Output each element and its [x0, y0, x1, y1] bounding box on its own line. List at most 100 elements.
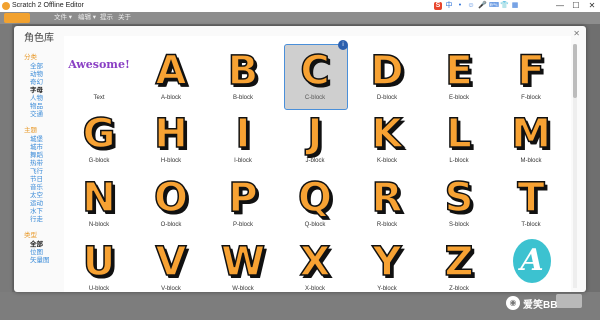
sprite-tile[interactable]: H H-block	[136, 109, 206, 171]
sprite-tile[interactable]: Y Y-block	[352, 237, 422, 292]
sprite-label: P-block	[232, 222, 253, 228]
ime-menu-icon[interactable]: ▦	[511, 2, 519, 10]
window-controls: — ☐ ✕	[552, 0, 600, 12]
type-item-vector[interactable]: 矢量图	[30, 254, 50, 264]
sprite-library-dialog: 角色库 ✕ 分类 全部 动物 奇幻 字母 人物 物品 交通 主题 城堡 城市 舞…	[14, 26, 586, 292]
sprite-tile[interactable]: I I-block	[208, 109, 278, 171]
sprite-thumbnail: A	[155, 47, 187, 95]
ime-keyboard-icon[interactable]: ⌨	[489, 2, 499, 10]
sprite-thumbnail: G	[82, 110, 116, 158]
minimize-button[interactable]: —	[552, 0, 568, 12]
sprite-tile[interactable]: J J-block	[280, 109, 350, 171]
sprite-thumbnail: L	[446, 110, 473, 158]
sprite-thumbnail: T	[517, 174, 546, 222]
sprite-tile[interactable]: R R-block	[352, 173, 422, 235]
sprite-tile[interactable]: M M-block	[496, 109, 566, 171]
sprite-label: A-block	[160, 95, 181, 101]
ime-mic-icon[interactable]: 🎤	[478, 2, 487, 10]
scrollbar-thumb[interactable]	[573, 44, 577, 98]
ime-emoji-icon[interactable]: ☺	[467, 2, 475, 10]
sprite-tile[interactable]: A	[496, 237, 566, 292]
sprite-thumbnail: Q	[297, 174, 333, 222]
menu-tips[interactable]: 提示	[100, 12, 113, 24]
category-item-transport[interactable]: 交通	[30, 108, 43, 118]
editor-left-pane	[0, 24, 12, 320]
menu-about[interactable]: 关于	[118, 12, 131, 24]
ime-chinese-icon[interactable]: 中	[445, 2, 453, 10]
sprite-label: B-block	[232, 95, 253, 101]
sprite-tile[interactable]: W W-block	[208, 237, 278, 292]
sprite-label: S-block	[448, 222, 469, 228]
watermark-text: 爱笑BB	[523, 299, 558, 311]
sprite-thumbnail: S	[444, 174, 474, 222]
sprite-tile[interactable]: X X-block	[280, 237, 350, 292]
sprite-label: D-block	[376, 95, 398, 101]
sprite-tile[interactable]: A A-block	[136, 46, 206, 108]
sprite-tile[interactable]: F F-block	[496, 46, 566, 108]
sprite-thumbnail: J	[307, 110, 323, 158]
sprite-thumbnail: X	[299, 238, 331, 286]
info-badge-icon[interactable]: i	[338, 40, 348, 50]
sprite-thumbnail: F	[517, 47, 546, 95]
watermark: ◉ 爱笑BB	[506, 292, 557, 314]
sprite-label: F-block	[521, 95, 541, 101]
sprite-thumbnail: K	[371, 110, 404, 158]
sprite-thumbnail: Y	[372, 238, 402, 286]
sprite-tile[interactable]: K K-block	[352, 109, 422, 171]
sprite-label: Q-block	[304, 222, 326, 228]
sprite-tile[interactable]: D D-block	[352, 46, 422, 108]
sprite-thumbnail: C	[300, 47, 331, 95]
sprite-tile[interactable]: E E-block	[424, 46, 494, 108]
ok-button[interactable]	[556, 294, 582, 308]
sprite-tile[interactable]: O O-block	[136, 173, 206, 235]
sprite-tile[interactable]: L L-block	[424, 109, 494, 171]
ime-dot-icon[interactable]: •	[456, 2, 464, 10]
ime-toolbar: S 中 • ☺ 🎤 ⌨ 👕 ▦	[434, 2, 519, 10]
sprite-label: X-block	[304, 286, 325, 292]
sprite-thumbnail: U	[82, 238, 116, 286]
menu-file[interactable]: 文件 ▾	[54, 12, 72, 24]
close-window-button[interactable]: ✕	[584, 0, 600, 12]
sprite-label: V-block	[161, 286, 181, 292]
ime-skin-icon[interactable]: 👕	[500, 2, 509, 10]
sprite-label: R-block	[376, 222, 398, 228]
sprite-tile[interactable]: G G-block	[64, 109, 134, 171]
theme-item-walking[interactable]: 行走	[30, 213, 43, 223]
sprite-thumbnail: W	[220, 238, 266, 286]
sprite-tile[interactable]: U U-block	[64, 237, 134, 292]
menu-edit[interactable]: 编辑 ▾	[78, 12, 96, 24]
sprite-tile[interactable]: Z Z-block	[424, 237, 494, 292]
sprite-tile[interactable]: N N-block	[64, 173, 134, 235]
sprite-label: Y-block	[377, 286, 397, 292]
sprite-tile[interactable]: Awesome! Text	[64, 46, 134, 108]
sprite-thumbnail: N	[82, 174, 117, 222]
sogou-icon[interactable]: S	[434, 2, 442, 10]
grid-scrollbar[interactable]	[573, 44, 577, 288]
sprite-label: E-block	[448, 95, 469, 101]
sprite-thumbnail: O	[153, 174, 189, 222]
close-icon[interactable]: ✕	[573, 29, 580, 38]
sprite-tile[interactable]: T T-block	[496, 173, 566, 235]
sprite-thumbnail: Z	[444, 238, 475, 286]
sprite-label: N-block	[88, 222, 110, 228]
sprite-tile[interactable]: C C-block i	[280, 40, 350, 110]
scratch-logo[interactable]	[4, 13, 30, 23]
sprite-grid: Awesome! Text A A-block B B-block C C-block i D D-…	[64, 36, 571, 292]
sprite-thumbnail: I	[235, 110, 251, 158]
sprite-thumbnail: Awesome!	[68, 58, 130, 71]
sprite-thumbnail: B	[227, 47, 259, 95]
sprite-thumbnail: V	[155, 238, 187, 286]
sprite-tile[interactable]: B B-block	[208, 46, 278, 108]
sprite-label: U-block	[88, 286, 110, 292]
sprite-tile[interactable]: P P-block	[208, 173, 278, 235]
sprite-thumbnail: M	[510, 110, 551, 158]
sprite-label: O-block	[160, 222, 182, 228]
sprite-tile[interactable]: Q Q-block	[280, 173, 350, 235]
sprite-tile[interactable]: V V-block	[136, 237, 206, 292]
sprite-label: Text	[93, 95, 105, 101]
sprite-label: M-block	[520, 158, 542, 164]
sprite-label: H-block	[160, 158, 182, 164]
maximize-button[interactable]: ☐	[568, 0, 584, 12]
sprite-tile[interactable]: S S-block	[424, 173, 494, 235]
sprite-label: C-block	[304, 95, 326, 101]
